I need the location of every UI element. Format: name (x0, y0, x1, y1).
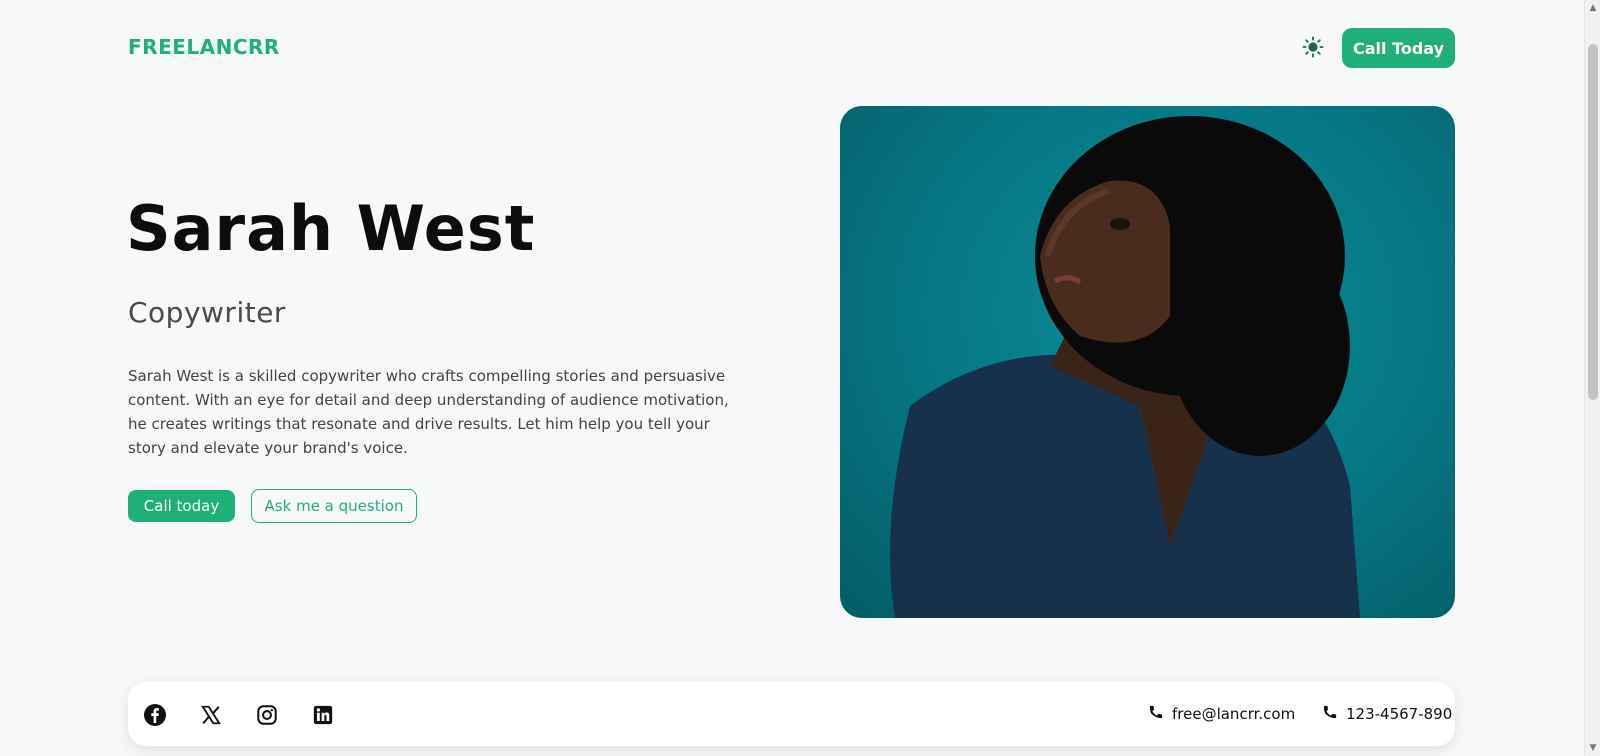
vertical-scrollbar[interactable]: ▲ ▼ (1584, 0, 1600, 756)
phone-contact[interactable]: 123-4567-890 (1322, 704, 1452, 724)
hero-role: Copywriter (128, 296, 286, 329)
email-contact[interactable]: free@lancrr.com (1148, 704, 1295, 724)
hero-name: Sarah West (126, 192, 536, 265)
instagram-icon[interactable] (254, 702, 280, 728)
portrait-photo (840, 106, 1455, 618)
phone-icon (1148, 704, 1164, 724)
scroll-thumb[interactable] (1588, 44, 1598, 400)
theme-toggle[interactable] (1300, 36, 1326, 62)
contact-bar: free@lancrr.com 123-4567-890 (128, 682, 1455, 746)
phone-icon (1322, 704, 1338, 724)
sun-icon (1302, 36, 1324, 62)
linkedin-icon[interactable] (310, 702, 336, 728)
ask-question-button[interactable]: Ask me a question (251, 489, 417, 523)
facebook-icon[interactable] (142, 702, 168, 728)
x-icon[interactable] (198, 702, 224, 728)
call-today-button[interactable]: Call today (128, 490, 235, 522)
call-today-header-button[interactable]: Call Today (1342, 28, 1455, 68)
phone-text: 123-4567-890 (1346, 705, 1453, 723)
scroll-up-arrow-icon[interactable]: ▲ (1585, 0, 1600, 16)
hero-bio: Sarah West is a skilled copywriter who c… (128, 367, 729, 457)
site-logo[interactable]: FREELANCRR (128, 35, 280, 59)
scroll-down-arrow-icon[interactable]: ▼ (1585, 740, 1600, 756)
page: FREELANCRR Call Today Sarah West Copywri… (0, 0, 1584, 756)
email-text: free@lancrr.com (1172, 705, 1296, 723)
